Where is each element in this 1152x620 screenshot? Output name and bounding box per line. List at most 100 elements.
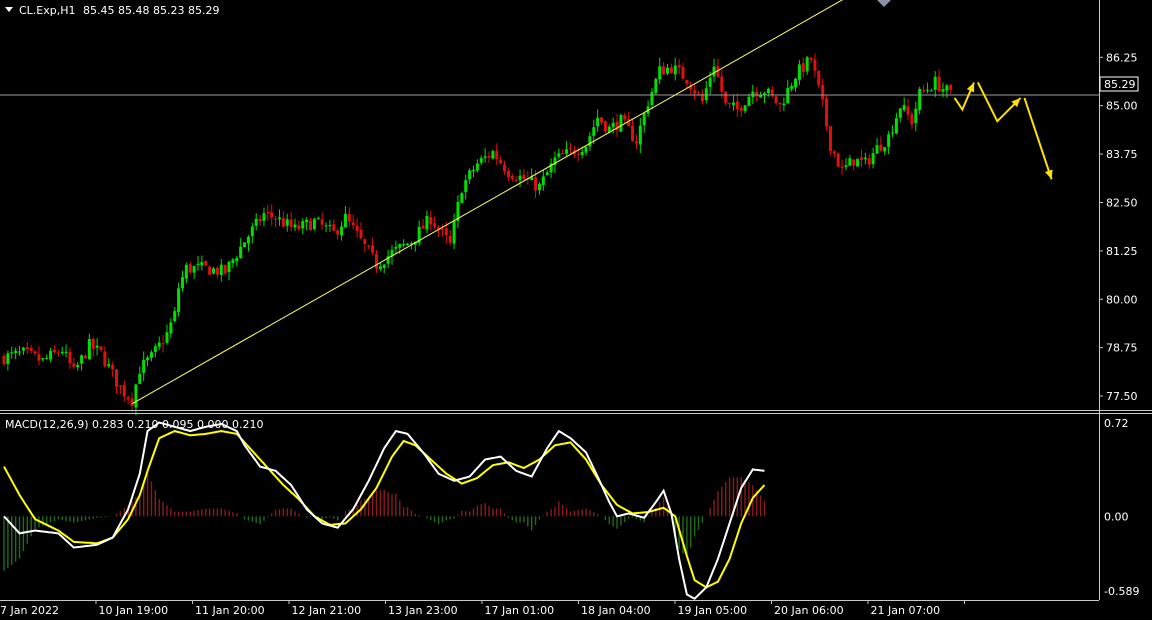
candle [460,191,464,204]
candle-body [685,80,689,84]
candle-body [875,145,879,154]
candle-body [115,369,119,387]
candle [654,77,658,95]
candle-body [887,134,891,147]
candle-body [471,170,475,172]
candle-body [871,153,875,165]
time-tick-label: 10 Jan 19:00 [99,604,169,617]
time-tick-label: 18 Jan 04:00 [581,604,651,617]
candle-body [495,150,499,160]
candle-body [180,277,184,289]
candle-body [910,114,914,125]
candle-body [316,218,320,220]
candle [619,113,623,132]
candle-body [231,259,235,263]
candle-body [289,219,293,227]
candle-body [704,88,708,101]
price-tick-label: 82.50 [1106,196,1138,209]
candle-body [149,352,153,358]
candle-body [782,103,786,106]
candle-body [844,165,848,168]
candle-body [859,157,863,160]
candle-body [479,158,483,163]
candle-body [208,266,212,275]
candle-body [662,66,666,75]
candle-body [592,127,596,136]
candle-body [631,125,635,141]
candle-body [658,66,662,80]
price-tick-label: 85.00 [1106,100,1138,113]
candle-body [281,218,285,227]
candle-body [49,351,53,360]
candle-body [246,236,250,244]
candle-body [491,151,495,159]
price-tick-label: 81.25 [1106,245,1138,258]
candle-body [425,215,429,230]
time-tick-label: 7 Jan 2022 [0,604,59,617]
candle-body [611,122,615,128]
candle-body [146,357,150,361]
candle-body [712,66,716,77]
price-tick-label: 80.00 [1106,293,1138,306]
candle-body [677,64,681,68]
candle-body [840,166,844,168]
candle-body [813,59,817,71]
candle-body [654,78,658,94]
candle-body [638,125,642,145]
candle-body [262,213,266,221]
symbol-label: CL.Exp,H1 [19,4,76,17]
candle-body [747,96,751,107]
candle-body [697,92,701,94]
candle [208,265,212,275]
candle-body [196,263,200,265]
candle-body [794,78,798,88]
candle-body [374,254,378,269]
candle-body [894,118,898,134]
candle-body [856,158,860,167]
candle-body [21,347,25,351]
candle-body [933,76,937,90]
trading-chart: CL.Exp,H1 85.45 85.48 85.23 85.29 MACD(1… [0,0,1152,620]
candle-body [235,258,239,261]
candle-body [603,121,607,132]
candle-body [406,243,410,246]
candle-body [165,332,169,343]
candle-body [879,144,883,151]
candle-body [731,102,735,105]
candle-body [87,339,91,360]
candle-body [421,225,425,229]
candle-body [382,264,386,268]
candle-body [468,170,472,180]
current-price-text: 85.29 [1104,78,1136,91]
time-tick-label: 11 Jan 20:00 [195,604,265,617]
candle-body [580,151,584,156]
candle-body [642,113,646,126]
candle-body [118,385,122,387]
candle-body [588,136,592,147]
candle-body [177,288,181,313]
candle-body [6,353,10,365]
candle-body [285,219,289,226]
candle-body [33,351,37,354]
candle-body [355,225,359,232]
candle-body [122,385,126,397]
candle-body [790,85,794,89]
candle-body [343,213,347,228]
candle-body [10,352,14,354]
candle-body [751,91,755,98]
candle-body [277,217,281,220]
candle-body [809,57,813,60]
candle-body [153,346,157,352]
candle-body [681,66,685,79]
candle-body [398,244,402,248]
time-tick-label: 20 Jan 06:00 [774,604,844,617]
macd-tick-label: 0.72 [1104,417,1129,430]
candle-body [720,76,724,92]
candle-body [324,225,328,227]
candle-body [138,373,142,384]
time-tick-label: 13 Jan 23:00 [388,604,458,617]
candle-body [347,214,351,222]
candle-body [320,219,324,225]
candle-body [14,350,18,354]
candle-body [545,172,549,176]
